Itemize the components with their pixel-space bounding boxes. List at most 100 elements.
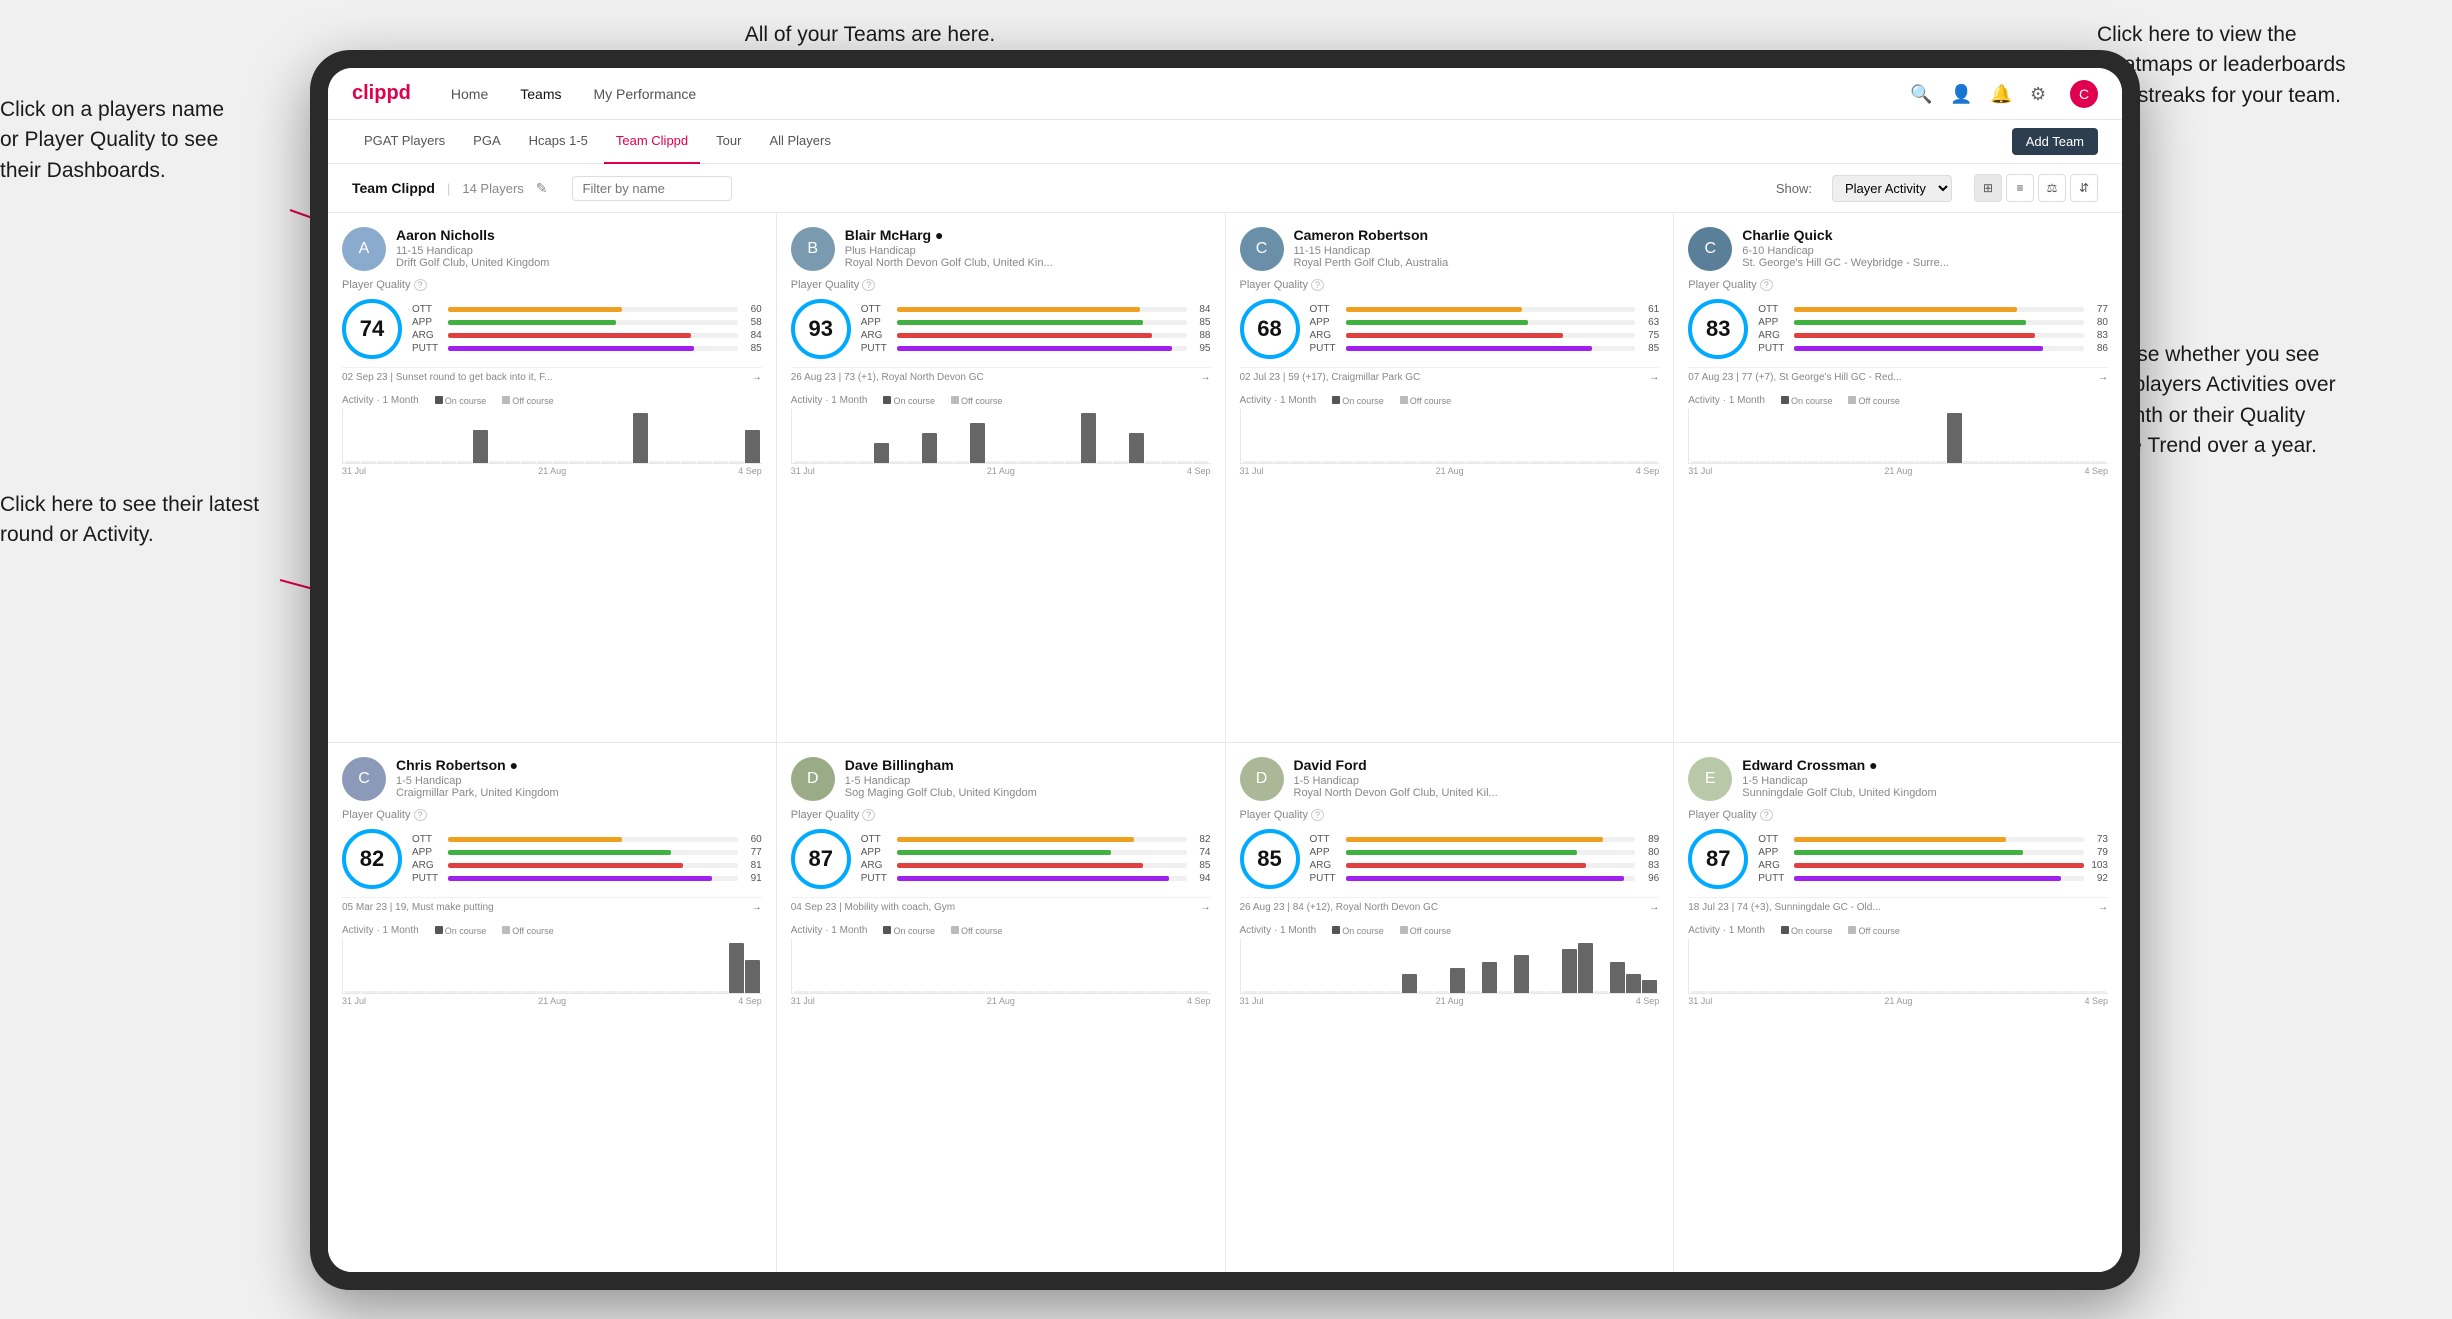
recent-round-arrow: → [1201, 372, 1211, 383]
sort-button[interactable]: ⇵ [2070, 174, 2098, 202]
quality-label: Player Quality ? [1688, 279, 2108, 291]
nav-teams[interactable]: Teams [520, 86, 561, 102]
show-select[interactable]: Player Activity [1832, 175, 1952, 202]
quality-circle[interactable]: 87 [1688, 829, 1748, 889]
subnav-pgat[interactable]: PGAT Players [352, 120, 457, 164]
grid-view-button[interactable]: ⊞ [1974, 174, 2002, 202]
recent-round[interactable]: 02 Jul 23 | 59 (+17), Craigmillar Park G… [1240, 367, 1660, 387]
player-club: Royal Perth Golf Club, Australia [1294, 257, 1660, 269]
quality-bars: OTT 60 APP 58 ARG 84 PUTT 85 [412, 304, 762, 354]
activity-chart [791, 409, 1211, 464]
stat-putt: PUTT 95 [861, 343, 1211, 354]
activity-label: Activity · 1 Month [342, 925, 419, 936]
player-name[interactable]: Edward Crossman ● [1742, 757, 2108, 773]
player-card[interactable]: B Blair McHarg ● Plus Handicap Royal Nor… [777, 213, 1225, 742]
player-card[interactable]: C Charlie Quick 6-10 Handicap St. George… [1674, 213, 2122, 742]
player-card[interactable]: E Edward Crossman ● 1-5 Handicap Sunning… [1674, 743, 2122, 1272]
edit-icon[interactable]: ✎ [536, 180, 548, 197]
list-view-button[interactable]: ≡ [2006, 174, 2034, 202]
subnav-tour[interactable]: Tour [704, 120, 753, 164]
player-card[interactable]: C Chris Robertson ● 1-5 Handicap Craigmi… [328, 743, 776, 1272]
stat-putt: PUTT 92 [1758, 873, 2108, 884]
settings-icon[interactable]: ⚙ [2030, 84, 2050, 104]
recent-round-arrow: → [752, 902, 762, 913]
recent-round-arrow: → [1649, 372, 1659, 383]
quality-section: 83 OTT 77 APP 80 ARG 83 PUT [1688, 299, 2108, 359]
search-input[interactable] [572, 176, 732, 201]
recent-round-text: 02 Sep 23 | Sunset round to get back int… [342, 372, 553, 383]
player-card[interactable]: C Cameron Robertson 11-15 Handicap Royal… [1226, 213, 1674, 742]
player-name[interactable]: Dave Billingham [845, 757, 1211, 773]
player-info: Aaron Nicholls 11-15 Handicap Drift Golf… [396, 227, 762, 269]
player-name[interactable]: Blair McHarg ● [845, 227, 1211, 243]
quality-circle[interactable]: 82 [342, 829, 402, 889]
player-handicap: 6-10 Handicap [1742, 245, 2108, 257]
recent-round[interactable]: 05 Mar 23 | 19, Must make putting → [342, 897, 762, 917]
activity-chart [1240, 939, 1660, 994]
nav-home[interactable]: Home [451, 86, 488, 102]
stat-arg: ARG 81 [412, 860, 762, 871]
cards-grid: A Aaron Nicholls 11-15 Handicap Drift Go… [328, 213, 2122, 1272]
subnav-team-clippd[interactable]: Team Clippd [604, 120, 700, 164]
recent-round[interactable]: 26 Aug 23 | 73 (+1), Royal North Devon G… [791, 367, 1211, 387]
annotation-teams: All of your Teams are here. [680, 20, 1060, 50]
recent-round[interactable]: 18 Jul 23 | 74 (+3), Sunningdale GC - Ol… [1688, 897, 2108, 917]
subnav-pga[interactable]: PGA [461, 120, 512, 164]
recent-round[interactable]: 02 Sep 23 | Sunset round to get back int… [342, 367, 762, 387]
filter-button[interactable]: ⚖ [2038, 174, 2066, 202]
player-name[interactable]: Charlie Quick [1742, 227, 2108, 243]
player-avatar: D [791, 757, 835, 801]
stat-arg: ARG 85 [861, 860, 1211, 871]
stat-ott: OTT 60 [412, 834, 762, 845]
quality-circle[interactable]: 68 [1240, 299, 1300, 359]
oncourse-legend: On course [1781, 926, 1833, 936]
player-name[interactable]: David Ford [1294, 757, 1660, 773]
quality-bars: OTT 60 APP 77 ARG 81 PUTT 91 [412, 834, 762, 884]
chart-dates: 31 Jul 21 Aug 4 Sep [1240, 466, 1660, 476]
stat-arg: ARG 83 [1758, 330, 2108, 341]
quality-circle[interactable]: 87 [791, 829, 851, 889]
add-team-button[interactable]: Add Team [2012, 128, 2098, 155]
card-header: C Cameron Robertson 11-15 Handicap Royal… [1240, 227, 1660, 271]
player-card[interactable]: D David Ford 1-5 Handicap Royal North De… [1226, 743, 1674, 1272]
player-card[interactable]: A Aaron Nicholls 11-15 Handicap Drift Go… [328, 213, 776, 742]
stat-putt: PUTT 85 [1310, 343, 1660, 354]
user-icon[interactable]: 👤 [1950, 84, 1970, 104]
player-card[interactable]: D Dave Billingham 1-5 Handicap Sog Magin… [777, 743, 1225, 1272]
player-club: Craigmillar Park, United Kingdom [396, 787, 762, 799]
avatar-icon[interactable]: C [2070, 80, 2098, 108]
player-avatar: C [1240, 227, 1284, 271]
subnav-hcaps[interactable]: Hcaps 1-5 [517, 120, 600, 164]
quality-circle[interactable]: 93 [791, 299, 851, 359]
player-name[interactable]: Chris Robertson ● [396, 757, 762, 773]
oncourse-legend: On course [435, 926, 487, 936]
stat-ott: OTT 82 [861, 834, 1211, 845]
chart-dates: 31 Jul 21 Aug 4 Sep [791, 996, 1211, 1006]
player-name[interactable]: Cameron Robertson [1294, 227, 1660, 243]
view-icons: ⊞ ≡ ⚖ ⇵ [1974, 174, 2098, 202]
chart-dates: 31 Jul 21 Aug 4 Sep [342, 466, 762, 476]
card-header: C Chris Robertson ● 1-5 Handicap Craigmi… [342, 757, 762, 801]
recent-round[interactable]: 04 Sep 23 | Mobility with coach, Gym → [791, 897, 1211, 917]
search-icon[interactable]: 🔍 [1910, 84, 1930, 104]
recent-round-arrow: → [752, 372, 762, 383]
stat-app: APP 79 [1758, 847, 2108, 858]
player-handicap: 1-5 Handicap [1742, 775, 2108, 787]
quality-section: 87 OTT 82 APP 74 ARG 85 PUT [791, 829, 1211, 889]
nav-performance[interactable]: My Performance [593, 86, 696, 102]
bell-icon[interactable]: 🔔 [1990, 84, 2010, 104]
chart-dates: 31 Jul 21 Aug 4 Sep [1688, 996, 2108, 1006]
activity-section: Activity · 1 Month On course Off course … [791, 395, 1211, 476]
recent-round-text: 26 Aug 23 | 73 (+1), Royal North Devon G… [791, 372, 984, 383]
subnav-all-players[interactable]: All Players [757, 120, 842, 164]
team-title: Team Clippd [352, 180, 435, 196]
quality-circle[interactable]: 85 [1240, 829, 1300, 889]
recent-round[interactable]: 26 Aug 23 | 84 (+12), Royal North Devon … [1240, 897, 1660, 917]
quality-circle[interactable]: 74 [342, 299, 402, 359]
player-name[interactable]: Aaron Nicholls [396, 227, 762, 243]
recent-round[interactable]: 07 Aug 23 | 77 (+7), St George's Hill GC… [1688, 367, 2108, 387]
recent-round-text: 05 Mar 23 | 19, Must make putting [342, 902, 494, 913]
quality-circle[interactable]: 83 [1688, 299, 1748, 359]
offcourse-legend: Off course [1848, 926, 1899, 936]
quality-bars: OTT 89 APP 80 ARG 83 PUTT 96 [1310, 834, 1660, 884]
